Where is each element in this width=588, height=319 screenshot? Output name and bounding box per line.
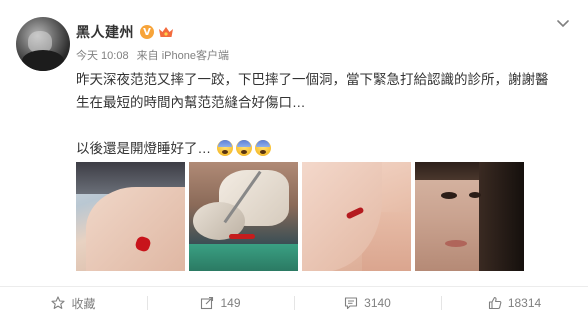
like-count: 18314 bbox=[507, 296, 542, 310]
author-avatar[interactable] bbox=[16, 17, 70, 71]
comment-button[interactable]: 3140 bbox=[294, 287, 441, 319]
repost-count: 149 bbox=[220, 296, 241, 310]
post-text-line-with-emoji: 以後還是開燈睡好了… bbox=[76, 137, 576, 160]
post-source: 来自 iPhone客户端 bbox=[136, 50, 229, 62]
member-crown-icon bbox=[158, 25, 174, 39]
post-meta: 今天 10:08 来自 iPhone客户端 bbox=[76, 47, 234, 63]
post-text-line: 昨天深夜范范又摔了一跤，下巴摔了一個洞，當下緊急打給認識的診所，謝謝醫 bbox=[76, 72, 549, 87]
scared-face-emoji-icon bbox=[216, 140, 233, 156]
favorite-button[interactable]: 收藏 bbox=[0, 287, 147, 319]
post-text-line: 以後還是開燈睡好了… bbox=[76, 141, 211, 156]
scared-face-emoji-icon bbox=[235, 140, 252, 156]
repost-icon bbox=[200, 296, 214, 310]
chevron-down-icon[interactable] bbox=[556, 17, 570, 31]
photo-grid bbox=[76, 162, 524, 271]
photo-thumbnail-1[interactable] bbox=[76, 162, 185, 271]
post-text: 昨天深夜范范又摔了一跤，下巴摔了一個洞，當下緊急打給認識的診所，謝謝醫 生在最短… bbox=[76, 68, 576, 160]
comment-count: 3140 bbox=[364, 296, 391, 310]
like-button[interactable]: 18314 bbox=[441, 287, 588, 319]
weibo-post-card: 黑人建州 V 今天 10:08 来自 iPhone客户端 昨天深夜范范又摔了一跤… bbox=[0, 0, 588, 319]
author-row: 黑人建州 V bbox=[76, 22, 174, 42]
favorite-label: 收藏 bbox=[71, 296, 96, 311]
verified-badge-icon: V bbox=[140, 25, 154, 39]
emoji-group bbox=[216, 140, 271, 156]
post-text-line: 生在最短的時間內幫范范縫合好傷口… bbox=[76, 95, 306, 110]
thumbs-up-icon bbox=[488, 296, 502, 310]
photo-thumbnail-4[interactable] bbox=[415, 162, 524, 271]
scared-face-emoji-icon bbox=[254, 140, 271, 156]
action-bar: 收藏 149 3140 18314 bbox=[0, 287, 588, 319]
comment-icon bbox=[344, 296, 358, 310]
star-icon bbox=[51, 296, 66, 310]
post-time[interactable]: 今天 10:08 bbox=[76, 50, 129, 62]
repost-button[interactable]: 149 bbox=[147, 287, 294, 319]
photo-thumbnail-2[interactable] bbox=[189, 162, 298, 271]
photo-thumbnail-3[interactable] bbox=[302, 162, 411, 271]
author-name[interactable]: 黑人建州 bbox=[76, 22, 134, 42]
